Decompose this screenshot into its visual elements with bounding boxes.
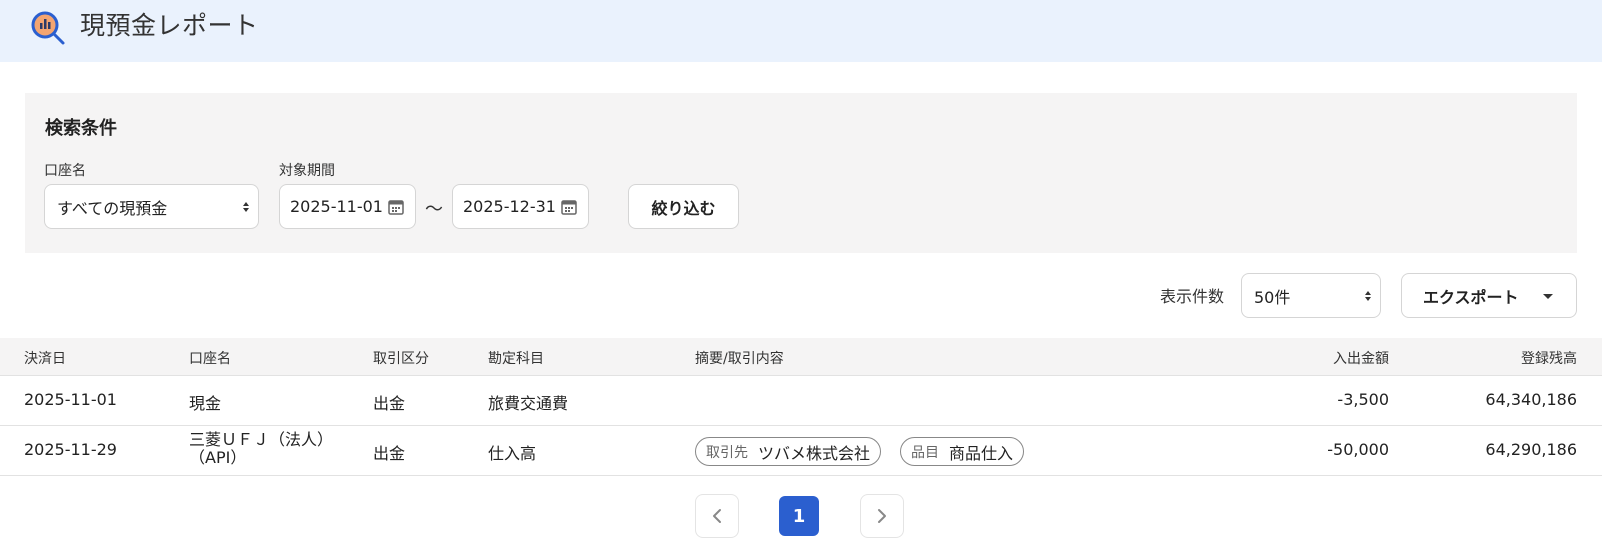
calendar-icon[interactable] [560,198,578,216]
tag-value: ツバメ株式会社 [758,443,871,463]
cell-account-line1: 三菱ＵＦＪ（法人） [189,430,334,449]
export-button-label: エクスポート [1423,287,1519,307]
page-size-label: 表示件数 [1160,287,1225,306]
pagination-next-button[interactable] [860,494,904,538]
account-select[interactable]: すべての現預金 [44,184,259,229]
chevron-right-icon [878,509,886,523]
period-label: 対象期間 [279,163,335,179]
filter-button[interactable]: 絞り込む [628,184,739,229]
page-size-value: 50件 [1254,287,1291,307]
search-panel: 検索条件 口座名 すべての現預金 対象期間 2025-11-01 〜 2025-… [25,93,1577,253]
cell-subject: 旅費交通費 [488,394,569,413]
cell-date: 2025-11-01 [24,390,117,409]
tag-partner: 取引先 ツバメ株式会社 [695,437,882,466]
pagination-page-current[interactable]: 1 [779,496,819,536]
select-arrows-icon [1365,291,1371,301]
cell-balance: 64,340,186 [1485,390,1577,409]
cell-account-line2: （API） [189,448,247,467]
column-header-type[interactable]: 取引区分 [373,348,429,368]
table-row[interactable]: 2025-11-01 現金 出金 旅費交通費 -3,500 64,340,186 [0,376,1602,426]
tag-value: 商品仕入 [949,443,1014,463]
column-header-balance[interactable]: 登録残高 [1420,348,1577,368]
export-button[interactable]: エクスポート [1401,273,1577,318]
cell-amount: -3,500 [1337,390,1389,409]
table-header: 決済日 口座名 取引区分 勘定科目 摘要/取引内容 入出金額 登録残高 [0,338,1602,376]
caret-down-icon [1543,294,1553,299]
cell-balance: 64,290,186 [1485,440,1577,459]
table-row[interactable]: 2025-11-29 三菱ＵＦＪ（法人） （API） 出金 仕入高 取引先 ツバ… [0,426,1602,476]
date-from-value: 2025-11-01 [290,197,383,216]
cell-amount: -50,000 [1327,440,1389,459]
calendar-icon[interactable] [387,198,405,216]
chevron-left-icon [713,509,721,523]
cell-account: 現金 [189,394,222,413]
column-header-amount[interactable]: 入出金額 [1240,348,1389,368]
cell-type: 出金 [373,444,406,463]
pagination-prev-button[interactable] [695,494,739,538]
cell-account: 三菱ＵＦＪ（法人） （API） [189,431,359,467]
column-header-date[interactable]: 決済日 [24,348,66,368]
cell-type: 出金 [373,394,406,413]
tag-item: 品目 商品仕入 [900,437,1025,466]
column-header-description[interactable]: 摘要/取引内容 [695,348,784,368]
date-from-input[interactable]: 2025-11-01 [279,184,416,229]
account-select-value: すべての現預金 [57,198,168,218]
page-title: 現預金レポート [80,11,259,40]
cell-date: 2025-11-29 [24,440,117,459]
page-size-select[interactable]: 50件 [1241,273,1381,318]
date-to-value: 2025-12-31 [463,197,556,216]
account-label: 口座名 [44,163,86,179]
tag-key: 品目 [911,444,939,461]
cell-subject: 仕入高 [488,444,537,463]
column-header-account[interactable]: 口座名 [189,348,231,368]
date-range-separator: 〜 [425,199,443,220]
report-search-icon [31,11,65,45]
date-to-input[interactable]: 2025-12-31 [452,184,589,229]
page-header: 現預金レポート [0,0,1602,62]
search-panel-title: 検索条件 [45,118,117,139]
column-header-subject[interactable]: 勘定科目 [488,348,544,368]
select-arrows-icon [243,202,249,212]
tag-key: 取引先 [706,444,748,461]
